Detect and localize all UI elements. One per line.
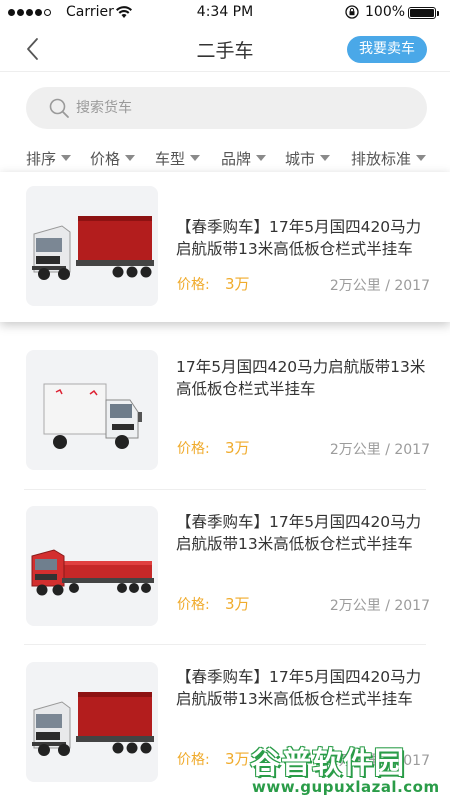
- watermark-url: www.gupuxlazal.com: [252, 778, 440, 796]
- listing-title: 17年5月国四420马力启航版带13米高低板仓栏式半挂车: [176, 358, 426, 398]
- rotation-lock-icon: [345, 5, 359, 19]
- dropdown-triangle-icon: [125, 154, 136, 161]
- filter-label: 排序: [26, 150, 57, 168]
- filter-brand[interactable]: 品牌: [221, 148, 267, 169]
- filter-label: 排放标准: [351, 150, 412, 168]
- filter-emission-standard[interactable]: 排放标准: [351, 148, 427, 169]
- listing-mileage-year: 2万公里 / 2017: [329, 598, 430, 614]
- dropdown-triangle-icon: [320, 154, 331, 161]
- red-box-semi-truck-image: [32, 692, 154, 756]
- watermark-logo-text: 谷普软件园: [250, 746, 405, 781]
- sell-truck-button[interactable]: 我要卖车: [347, 36, 427, 63]
- search-bar[interactable]: [26, 87, 427, 129]
- listing-thumbnail: [26, 186, 158, 306]
- listing-card[interactable]: 17年5月国四420马力启航版带13米高低板仓栏式半挂车 价格: 3万 2万公里…: [0, 338, 450, 488]
- listing-card[interactable]: 【春季购车】17年5月国四420马力启航版带13米高低板仓栏式半挂车 价格: 3…: [0, 493, 450, 643]
- filter-bar: 排序 价格 车型 品牌 城市 排放标准: [0, 140, 450, 174]
- white-box-truck-image: [43, 383, 142, 449]
- price-label: 价格:: [177, 441, 210, 457]
- battery-icon: [408, 7, 439, 19]
- price-label: 价格:: [177, 597, 210, 613]
- listing-thumbnail: [26, 506, 158, 626]
- battery-percentage: 100%: [365, 4, 406, 20]
- navigation-bar: 二手车 我要卖车: [0, 26, 450, 72]
- price-value: 3万: [225, 275, 250, 293]
- dropdown-triangle-icon: [190, 154, 201, 161]
- price-label: 价格:: [177, 277, 210, 293]
- listing-card[interactable]: 【春季购车】17年5月国四420马力启航版带13米高低板仓栏式半挂车 价格: 3…: [0, 172, 450, 322]
- filter-label: 车型: [155, 150, 186, 168]
- filter-vehicle-type[interactable]: 车型: [155, 148, 201, 169]
- status-bar: Carrier 4:34 PM 100%: [0, 0, 450, 26]
- listing-title: 【春季购车】17年5月国四420马力启航版带13米高低板仓栏式半挂车: [176, 513, 422, 553]
- listing-title: 【春季购车】17年5月国四420马力启航版带13米高低板仓栏式半挂车: [176, 218, 422, 258]
- listing-mileage-year: 2万公里 / 2017: [329, 442, 430, 458]
- filter-sort[interactable]: 排序: [26, 148, 72, 169]
- listing-title: 【春季购车】17年5月国四420马力启航版带13米高低板仓栏式半挂车: [176, 668, 422, 708]
- filter-label: 价格: [90, 150, 121, 168]
- listing-mileage-year: 2万公里 / 2017: [329, 278, 430, 294]
- filter-price[interactable]: 价格: [90, 148, 136, 169]
- listing-thumbnail: [26, 350, 158, 470]
- filter-label: 城市: [285, 150, 316, 168]
- listing-thumbnail: [26, 662, 158, 782]
- price-label: 价格:: [177, 752, 210, 768]
- list-divider: [24, 644, 426, 645]
- search-icon: [49, 98, 69, 118]
- search-input[interactable]: [76, 97, 396, 119]
- site-watermark: 谷普软件园 www.gupuxlazal.com: [244, 738, 450, 800]
- red-box-semi-truck-image: [32, 216, 154, 280]
- filter-city[interactable]: 城市: [285, 148, 331, 169]
- filter-label: 品牌: [221, 150, 252, 168]
- price-value: 3万: [225, 439, 250, 457]
- list-divider: [24, 489, 426, 490]
- price-value: 3万: [225, 595, 250, 613]
- dropdown-triangle-icon: [416, 154, 427, 161]
- red-flatbed-truck-image: [31, 549, 154, 596]
- dropdown-triangle-icon: [61, 154, 72, 161]
- dropdown-triangle-icon: [256, 154, 267, 161]
